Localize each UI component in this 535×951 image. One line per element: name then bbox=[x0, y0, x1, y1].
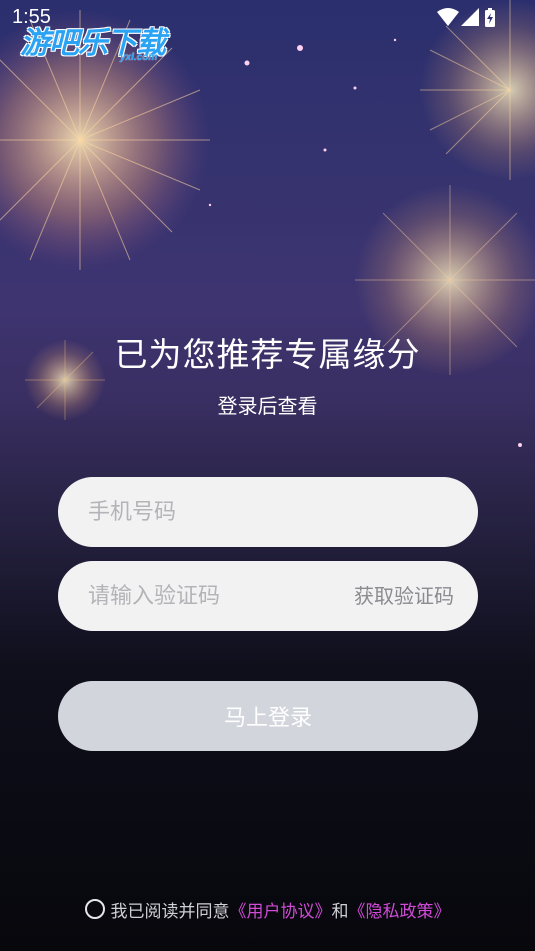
verification-code-input[interactable] bbox=[88, 561, 348, 631]
agreement-conjunction: 和 bbox=[331, 901, 349, 922]
verification-code-field: 获取验证码 bbox=[58, 561, 478, 631]
phone-input[interactable] bbox=[88, 477, 348, 547]
agreement-text: 我已阅读并同意 bbox=[110, 901, 230, 922]
login-button[interactable]: 马上登录 bbox=[58, 681, 478, 751]
cellular-signal-icon bbox=[461, 8, 479, 26]
status-icons bbox=[437, 8, 495, 27]
fireworks-background bbox=[0, 0, 535, 447]
page-subtitle: 登录后查看 bbox=[217, 394, 318, 418]
user-agreement-link[interactable]: 《用户协议》 bbox=[230, 897, 332, 922]
agreement-checkbox[interactable] bbox=[84, 899, 105, 919]
page-title: 已为您推荐专属缘分 bbox=[114, 335, 421, 374]
phone-field bbox=[58, 477, 478, 547]
privacy-policy-link[interactable]: 《隐私政策》 bbox=[349, 897, 451, 922]
get-code-button[interactable]: 获取验证码 bbox=[354, 561, 454, 631]
login-screen: 1:55 游吧乐下载 yxl.com 已为您推荐专属缘分 登录后查看 获取验证码… bbox=[0, 0, 535, 951]
agreement-row: 我已阅读并同意 《用户协议》 和 《隐私政策》 bbox=[0, 895, 535, 923]
battery-charging-icon bbox=[485, 8, 495, 27]
wifi-icon bbox=[437, 8, 459, 26]
watermark-url: yxl.com bbox=[120, 52, 158, 63]
